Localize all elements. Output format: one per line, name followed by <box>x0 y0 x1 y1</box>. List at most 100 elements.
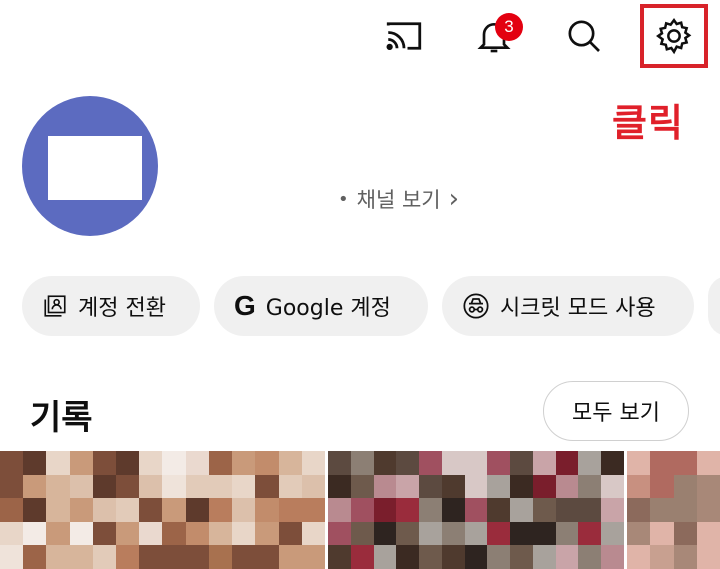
notifications-button[interactable]: 3 <box>470 12 523 60</box>
avatar[interactable] <box>22 96 158 236</box>
thumbnail-mosaic-cell <box>601 451 624 475</box>
thumbnail-mosaic-cell <box>396 521 420 546</box>
thumbnail-mosaic-cell <box>696 545 720 569</box>
thumbnail-mosaic-cell <box>232 498 256 522</box>
thumbnail-mosaic-cell <box>139 451 163 475</box>
incognito-chip[interactable]: 시크릿 모드 사용 <box>442 276 694 336</box>
avatar-redaction-block <box>48 136 142 200</box>
thumbnail-mosaic-cell <box>162 451 186 475</box>
thumbnail-mosaic-cell <box>464 521 488 546</box>
thumbnail-mosaic-cell <box>696 521 720 546</box>
thumbnail-mosaic-cell <box>185 498 209 522</box>
top-bar: 3 <box>0 0 720 80</box>
thumbnail-mosaic-cell <box>139 474 163 499</box>
thumbnail-mosaic-cell <box>92 545 117 569</box>
thumbnail-mosaic-cell <box>232 521 256 546</box>
history-thumbnail-1[interactable] <box>0 451 325 569</box>
thumbnail-mosaic-cell <box>208 498 233 522</box>
thumbnail-mosaic-cell <box>396 474 420 499</box>
thumbnail-mosaic-cell <box>601 521 624 546</box>
thumbnail-mosaic-cell <box>232 545 256 569</box>
thumbnail-mosaic-cell <box>578 521 602 546</box>
google-account-chip[interactable]: G Google 계정 <box>214 276 428 336</box>
thumbnail-mosaic-cell <box>673 498 697 522</box>
thumbnail-mosaic-cell <box>464 451 488 475</box>
incognito-icon <box>463 293 489 319</box>
thumbnail-mosaic-cell <box>139 545 163 569</box>
thumbnail-mosaic-cell <box>301 498 325 522</box>
thumbnail-mosaic-cell <box>578 545 602 569</box>
thumbnail-mosaic-cell <box>441 545 465 569</box>
view-all-button[interactable]: 모두 보기 <box>543 381 689 441</box>
thumbnail-mosaic-cell <box>487 545 511 569</box>
thumbnail-mosaic-cell <box>328 474 351 499</box>
next-chip-partial[interactable] <box>708 276 720 336</box>
switch-account-label: 계정 전환 <box>78 296 166 321</box>
switch-account-chip[interactable]: 계정 전환 <box>22 276 200 336</box>
thumbnail-mosaic-cell <box>510 498 533 522</box>
thumbnail-mosaic-cell <box>139 521 163 546</box>
thumbnail-mosaic-cell <box>673 521 697 546</box>
thumbnail-mosaic-cell <box>23 451 47 475</box>
thumbnail-mosaic-cell <box>162 521 186 546</box>
thumbnail-mosaic-cell <box>328 498 351 522</box>
google-g-icon: G <box>234 290 256 321</box>
thumbnail-mosaic-cell <box>487 521 511 546</box>
thumbnail-mosaic-cell <box>208 545 233 569</box>
view-channel-link[interactable]: • 채널 보기 › <box>338 184 459 214</box>
thumbnail-mosaic-cell <box>555 474 579 499</box>
thumbnail-mosaic-cell <box>0 545 24 569</box>
thumbnail-mosaic-cell <box>696 451 720 475</box>
thumbnail-mosaic-cell <box>116 545 140 569</box>
thumbnail-mosaic-cell <box>23 545 47 569</box>
thumbnail-mosaic-cell <box>555 545 579 569</box>
thumbnail-mosaic-cell <box>673 451 697 475</box>
thumbnail-mosaic-cell <box>278 451 302 475</box>
history-thumbnail-3[interactable] <box>627 451 720 569</box>
thumbnail-mosaic-cell <box>92 521 117 546</box>
thumbnail-mosaic-cell <box>69 451 93 475</box>
switch-account-icon <box>44 295 66 317</box>
thumbnail-mosaic-cell <box>464 545 488 569</box>
thumbnail-mosaic-cell <box>510 474 533 499</box>
thumbnail-mosaic-cell <box>23 474 47 499</box>
history-section-title: 기록 <box>30 398 93 438</box>
thumbnail-mosaic-cell <box>673 545 697 569</box>
thumbnail-mosaic-cell <box>627 498 651 522</box>
thumbnail-mosaic-cell <box>373 451 397 475</box>
thumbnail-mosaic-cell <box>419 521 442 546</box>
thumbnail-mosaic-cell <box>255 451 279 475</box>
thumbnail-mosaic-cell <box>696 474 720 499</box>
thumbnail-mosaic-cell <box>301 451 325 475</box>
thumbnail-mosaic-cell <box>116 498 140 522</box>
thumbnail-mosaic-cell <box>627 451 651 475</box>
incognito-label: 시크릿 모드 사용 <box>500 296 656 321</box>
thumbnail-mosaic-cell <box>419 474 442 499</box>
thumbnail-mosaic-cell <box>208 451 233 475</box>
thumbnail-mosaic-cell <box>46 451 70 475</box>
thumbnail-mosaic-cell <box>350 521 374 546</box>
history-thumbnail-2[interactable] <box>328 451 624 569</box>
thumbnail-mosaic-cell <box>350 474 374 499</box>
thumbnail-mosaic-cell <box>510 451 533 475</box>
thumbnail-mosaic-cell <box>328 451 351 475</box>
thumbnail-mosaic-cell <box>278 474 302 499</box>
thumbnail-mosaic-cell <box>601 498 624 522</box>
thumbnail-mosaic-cell <box>650 474 674 499</box>
thumbnail-mosaic-cell <box>46 474 70 499</box>
account-chip-row: 계정 전환 G Google 계정 시크릿 모드 사용 <box>0 276 720 336</box>
thumbnail-mosaic-cell <box>92 474 117 499</box>
thumbnail-mosaic-cell <box>555 451 579 475</box>
thumbnail-mosaic-cell <box>627 545 651 569</box>
thumbnail-mosaic-cell <box>350 451 374 475</box>
thumbnail-mosaic-cell <box>487 451 511 475</box>
thumbnail-mosaic-cell <box>373 498 397 522</box>
history-thumbnails <box>0 451 720 569</box>
cast-button[interactable] <box>380 12 428 60</box>
thumbnail-mosaic-cell <box>419 451 442 475</box>
cast-icon <box>386 22 422 51</box>
thumbnail-mosaic-cell <box>185 545 209 569</box>
search-button[interactable] <box>560 12 608 60</box>
thumbnail-mosaic-cell <box>46 498 70 522</box>
thumbnail-mosaic-cell <box>92 498 117 522</box>
